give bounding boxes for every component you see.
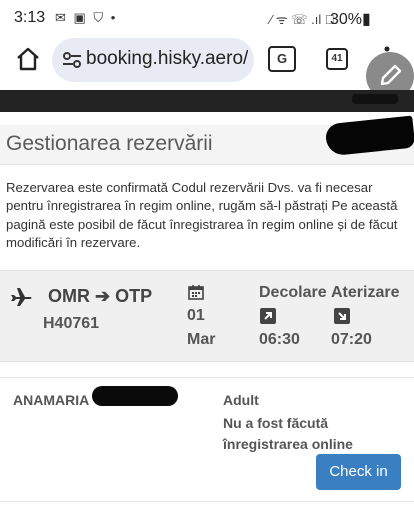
departure-time: 06:30	[259, 331, 300, 348]
check-in-button[interactable]: Check in	[316, 454, 401, 490]
passenger-type: Adult	[223, 392, 259, 408]
plane-icon	[10, 287, 32, 307]
flight-route: OMR ➔ OTP	[48, 286, 152, 307]
arrival-icon	[334, 308, 350, 324]
passenger-name: ANAMARIA	[13, 392, 90, 408]
home-icon[interactable]	[14, 45, 42, 73]
tab-count-button[interactable]: 41	[326, 48, 348, 70]
flight-number: H40761	[43, 315, 100, 332]
battery-indicator: 30%▮	[330, 11, 371, 28]
checkin-status: Nu a fost făcută înregistrarea online	[223, 415, 353, 452]
translate-icon[interactable]: G	[268, 46, 296, 72]
destination-code: OTP	[115, 286, 153, 306]
flight-month: Mar	[187, 331, 216, 348]
address-bar[interactable]: booking.hisky.aero/V	[52, 38, 254, 82]
flight-day: 01	[187, 307, 205, 324]
page-title: Gestionarea rezervării	[6, 132, 213, 155]
notification-icons: ✉ ▣ ⛉ •	[55, 10, 118, 25]
arrival-label: Aterizare	[331, 284, 400, 301]
site-settings-icon[interactable]	[62, 51, 82, 69]
departure-icon	[260, 308, 276, 324]
status-bar: 3:13 ✉ ▣ ⛉ • ⁄ ᯤ ☏ .ıl ⃠ 30%▮	[0, 0, 414, 34]
status-time: 3:13	[14, 9, 46, 26]
arrival-time: 07:20	[331, 331, 372, 348]
booking-info-text: Rezervarea este confirmată Codul rezervă…	[6, 180, 398, 250]
route-arrow-icon: ➔	[95, 286, 111, 306]
redaction-mark	[352, 94, 398, 104]
url-text[interactable]: booking.hisky.aero/V	[86, 48, 248, 70]
system-icons: ⁄ ᯤ ☏ .ıl ⃠	[270, 12, 335, 27]
departure-label: Decolare	[259, 284, 327, 301]
calendar-icon	[188, 284, 204, 300]
origin-code: OMR	[48, 286, 90, 306]
redaction-mark	[92, 386, 178, 406]
